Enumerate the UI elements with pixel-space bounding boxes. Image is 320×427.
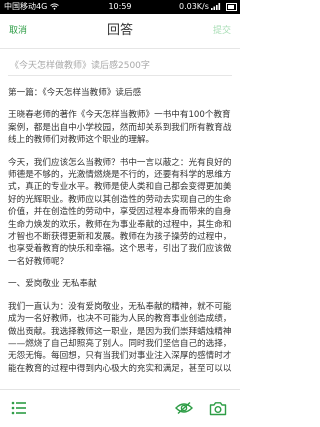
- cancel-button[interactable]: 取消: [9, 14, 27, 48]
- document-title: 《今天怎样做教师》读后感2500字: [10, 61, 150, 71]
- page-title: 回答: [106, 23, 133, 38]
- status-indicators: 0.03K/s: [179, 0, 237, 14]
- title-divider: [8, 75, 232, 76]
- paragraph: 一、爱岗敬业 无私奉献: [8, 279, 97, 290]
- network-speed: 0.03K/s: [178, 2, 209, 11]
- eye-icon: [175, 401, 193, 415]
- camera-icon: [209, 401, 227, 415]
- nav-bar: 取消 回答 提交: [0, 14, 240, 48]
- paragraph: 我们一直认为：没有爱岗敬业，无私奉献的精神，就不可能成为一名好教师，也决不可能为…: [8, 301, 232, 373]
- paragraph: 第一篇：《今天怎样当教师》读后感: [8, 88, 142, 98]
- paragraph: 今天，我们应该怎么当教师？书中一言以蔽之：光有良好的师德是不够的，光激情燃烧是不…: [8, 157, 232, 267]
- cellular-signal-icon: [211, 3, 221, 10]
- status-bar: 中国移动4G 10:59 0.03K/s: [0, 0, 240, 14]
- camera-button[interactable]: [206, 396, 230, 420]
- bottom-toolbar: [0, 389, 240, 427]
- list-icon: [11, 401, 26, 415]
- list-button[interactable]: [7, 396, 31, 420]
- battery-icon: [226, 2, 237, 11]
- nav-divider: [0, 48, 240, 49]
- paragraph: 王晓春老师的著作《今天怎样当教师》一书中有100个教育案例，都是出自中小学校园，…: [8, 110, 232, 146]
- submit-button[interactable]: 提交: [213, 14, 231, 48]
- preview-button[interactable]: [172, 396, 196, 420]
- answer-content[interactable]: 第一篇：《今天怎样当教师》读后感 王晓春老师的著作《今天怎样当教师》一书中有10…: [8, 87, 232, 373]
